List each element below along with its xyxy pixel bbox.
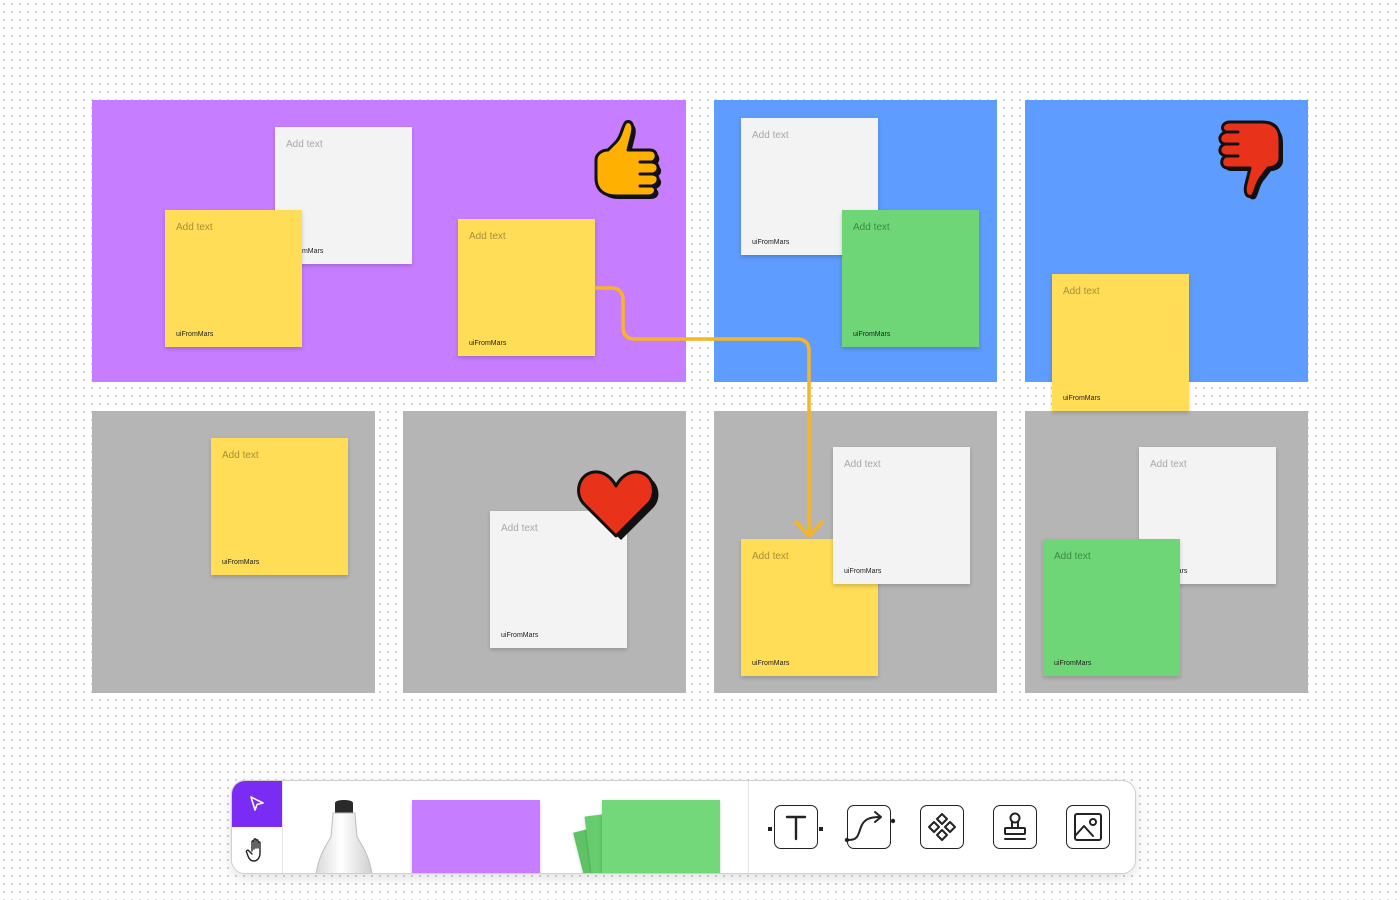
purple-sticky-note[interactable] xyxy=(412,800,540,873)
note-author: uiFromMars xyxy=(1063,395,1101,402)
note-placeholder: Add text xyxy=(752,551,789,562)
text-tool-icon xyxy=(768,815,823,841)
sticky-note[interactable]: Add text uiFromMars xyxy=(833,447,970,584)
image-tool-icon xyxy=(1074,813,1102,841)
sticky-note[interactable]: Add text uiFromMars xyxy=(211,438,348,575)
stamp-tool-button[interactable] xyxy=(993,805,1037,849)
sticky-note[interactable]: Add text uiFromMars xyxy=(458,219,595,356)
note-placeholder: Add text xyxy=(1150,459,1187,470)
stamp-tool-icon xyxy=(1004,812,1026,840)
connector-tool-icon xyxy=(844,811,896,843)
mode-switcher xyxy=(232,781,283,873)
image-tool-button[interactable] xyxy=(1066,805,1110,849)
note-placeholder: Add text xyxy=(1063,286,1100,297)
note-author: uiFromMars xyxy=(1054,660,1092,667)
note-placeholder: Add text xyxy=(1054,551,1091,562)
note-author: uiFromMars xyxy=(752,239,790,246)
note-author: uiFromMars xyxy=(501,632,539,639)
text-tool-button[interactable] xyxy=(768,805,823,849)
green-note-front xyxy=(602,800,720,873)
note-author: uiFromMars xyxy=(752,660,790,667)
note-placeholder: Add text xyxy=(752,130,789,141)
note-author: uiFromMars xyxy=(176,331,214,338)
sticky-note[interactable]: Add text uiFromMars xyxy=(1052,274,1189,411)
marker-icon[interactable] xyxy=(314,799,374,874)
connector-tool-button[interactable] xyxy=(844,805,896,849)
toolbar-divider xyxy=(748,781,749,873)
note-placeholder: Add text xyxy=(286,139,323,150)
heart-icon[interactable] xyxy=(576,466,662,542)
note-placeholder: Add text xyxy=(844,459,881,470)
hand-icon xyxy=(245,838,261,862)
cursor-arrow-icon xyxy=(250,796,264,811)
thumbs-up-icon[interactable] xyxy=(590,116,666,202)
sticky-note[interactable]: Add text uiFromMars xyxy=(1043,539,1180,676)
green-sticky-note-stack[interactable] xyxy=(573,795,727,873)
components-tool-icon xyxy=(928,813,956,841)
note-placeholder: Add text xyxy=(469,231,506,242)
note-placeholder: Add text xyxy=(501,523,538,534)
note-placeholder: Add text xyxy=(176,222,213,233)
note-placeholder: Add text xyxy=(222,450,259,461)
select-tool-button[interactable] xyxy=(232,781,282,827)
components-tool-button[interactable] xyxy=(920,805,964,849)
note-author: uiFromMars xyxy=(844,568,882,575)
note-author: uiFromMars xyxy=(222,559,260,566)
bottom-toolbar xyxy=(231,780,1136,874)
hand-tool-button[interactable] xyxy=(232,827,282,873)
note-author: uiFromMars xyxy=(469,340,507,347)
sticky-note[interactable]: Add text uiFromMars xyxy=(842,210,979,347)
note-author: uiFromMars xyxy=(853,331,891,338)
note-placeholder: Add text xyxy=(853,222,890,233)
thumbs-down-icon[interactable] xyxy=(1212,114,1288,204)
sticky-note[interactable]: Add text uiFromMars xyxy=(165,210,302,347)
